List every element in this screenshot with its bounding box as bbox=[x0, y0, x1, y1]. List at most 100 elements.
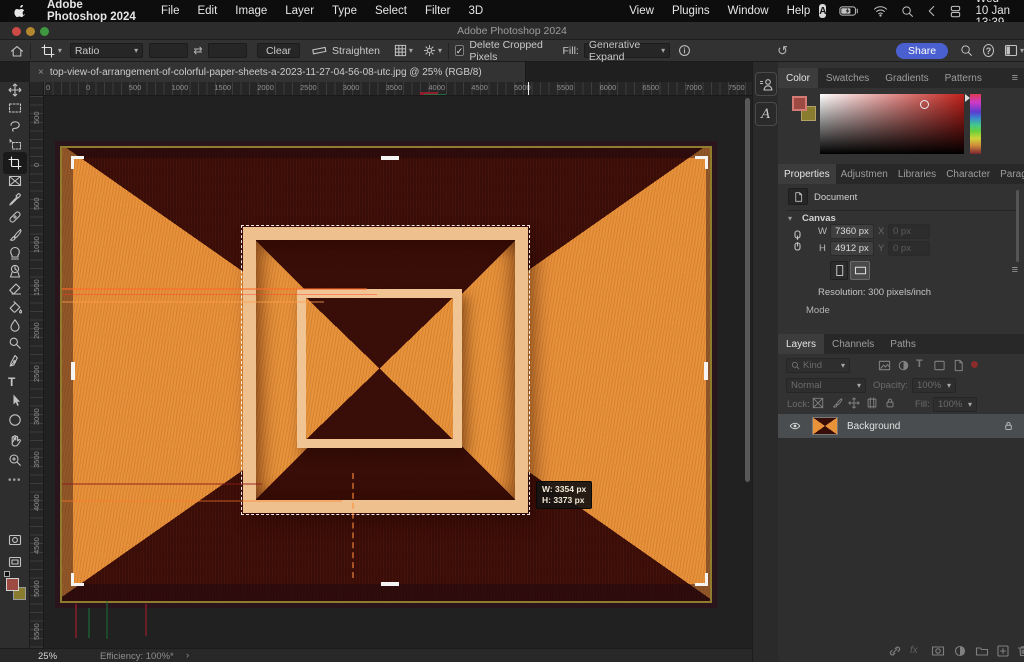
ellipse-shape-tool-icon[interactable] bbox=[8, 413, 22, 427]
screen-mode-icon[interactable] bbox=[8, 555, 22, 569]
wifi-icon[interactable] bbox=[873, 5, 888, 17]
lock-transparency-icon[interactable] bbox=[812, 397, 824, 409]
crop-handle-bottom-right[interactable] bbox=[695, 573, 708, 586]
new-adjustment-layer-icon[interactable] bbox=[953, 644, 967, 658]
collapsed-panel-history-icon[interactable] bbox=[755, 72, 777, 96]
layer-visibility-eye-icon[interactable] bbox=[788, 420, 802, 432]
spotlight-search-icon[interactable] bbox=[901, 5, 914, 18]
spot-healing-tool-icon[interactable] bbox=[8, 210, 22, 224]
crop-width-field[interactable] bbox=[149, 43, 188, 58]
canvas-section-header[interactable]: Canvas bbox=[802, 213, 836, 224]
tab-paths[interactable]: Paths bbox=[882, 334, 924, 354]
tab-layers[interactable]: Layers bbox=[778, 334, 824, 354]
clone-stamp-tool-icon[interactable] bbox=[8, 246, 22, 260]
crop-handle-left[interactable] bbox=[71, 362, 75, 380]
crop-bounds[interactable] bbox=[73, 158, 706, 584]
blur-tool-icon[interactable] bbox=[8, 318, 22, 332]
lasso-tool-icon[interactable] bbox=[8, 119, 22, 133]
tab-properties[interactable]: Properties bbox=[778, 164, 836, 184]
crop-handle-top-left[interactable] bbox=[71, 156, 84, 169]
path-selection-tool-icon[interactable] bbox=[8, 393, 22, 407]
filter-shape-layers-icon[interactable] bbox=[933, 359, 946, 372]
properties-scrollbar[interactable] bbox=[1016, 190, 1019, 262]
mode-label[interactable]: Mode bbox=[806, 305, 830, 316]
tab-character[interactable]: Character bbox=[941, 164, 995, 184]
crop-settings-button[interactable]: ▾ bbox=[423, 44, 442, 57]
orientation-landscape-button[interactable] bbox=[850, 261, 870, 280]
info-icon[interactable] bbox=[678, 44, 691, 57]
efficiency-readout[interactable]: Efficiency: 100%* bbox=[100, 651, 174, 662]
fill-mode-select[interactable]: Generative Expand ▾ bbox=[584, 43, 670, 58]
default-colors-icon[interactable] bbox=[4, 571, 10, 577]
chevron-left-icon[interactable] bbox=[927, 5, 936, 17]
straighten-button[interactable]: Straighten bbox=[312, 44, 380, 57]
canvas-area[interactable]: W: 3354 px H: 3373 px bbox=[44, 96, 752, 648]
brush-tool-icon[interactable] bbox=[8, 228, 22, 242]
tab-patterns[interactable]: Patterns bbox=[937, 68, 990, 88]
workspace-switcher-button[interactable]: ▾ bbox=[1004, 44, 1024, 57]
zoom-level[interactable]: 25% bbox=[38, 651, 57, 662]
add-layer-mask-icon[interactable] bbox=[931, 644, 945, 658]
delete-cropped-pixels-checkbox[interactable]: ✓ Delete Cropped Pixels bbox=[455, 39, 553, 63]
crop-tool-preset[interactable]: ▾ bbox=[41, 44, 62, 58]
menu-item-layer[interactable]: Layer bbox=[276, 5, 323, 17]
menu-item-filter[interactable]: Filter bbox=[416, 5, 460, 17]
battery-icon[interactable] bbox=[839, 5, 860, 17]
fill-opacity-select[interactable]: 100% ▾ bbox=[933, 397, 977, 412]
zoom-tool-icon[interactable] bbox=[8, 453, 22, 467]
layer-style-fx-icon[interactable]: fx bbox=[910, 645, 918, 656]
orientation-portrait-button[interactable] bbox=[830, 261, 848, 280]
filter-smart-objects-icon[interactable] bbox=[952, 359, 965, 372]
apple-menu-icon[interactable] bbox=[14, 4, 27, 19]
ruler-top[interactable]: 0050010001500200025003000350040004500500… bbox=[44, 82, 752, 96]
tab-libraries[interactable]: Libraries bbox=[893, 164, 941, 184]
menu-item-select[interactable]: Select bbox=[366, 5, 416, 17]
control-center-icon[interactable] bbox=[949, 5, 962, 18]
panel-menu-icon[interactable]: ≡ bbox=[1012, 72, 1018, 84]
tab-adjustments[interactable]: Adjustmen bbox=[836, 164, 893, 184]
tab-swatches[interactable]: Swatches bbox=[818, 68, 877, 88]
lock-position-icon[interactable] bbox=[848, 397, 860, 409]
crop-height-field[interactable] bbox=[208, 43, 247, 58]
crop-tool-icon[interactable] bbox=[8, 156, 22, 170]
menu-item-window[interactable]: Window bbox=[719, 5, 778, 17]
pen-tool-icon[interactable] bbox=[8, 354, 22, 368]
dodge-tool-icon[interactable] bbox=[8, 336, 22, 350]
panel-menu-icon[interactable]: ≡ bbox=[1012, 264, 1018, 276]
document-tab[interactable]: × top-view-of-arrangement-of-colorful-pa… bbox=[30, 62, 526, 82]
opacity-select[interactable]: 100% ▾ bbox=[912, 378, 956, 393]
object-selection-tool-icon[interactable] bbox=[8, 137, 22, 151]
collapsed-panel-character-icon[interactable]: A bbox=[755, 102, 777, 126]
menu-item-plugins[interactable]: Plugins bbox=[663, 5, 719, 17]
filter-adjustment-layers-icon[interactable] bbox=[897, 359, 910, 372]
close-tab-icon[interactable]: × bbox=[38, 67, 44, 78]
history-brush-tool-icon[interactable] bbox=[8, 264, 22, 278]
crop-handle-top-right[interactable] bbox=[695, 156, 708, 169]
color-saturation-field[interactable] bbox=[820, 94, 964, 154]
menu-item-file[interactable]: File bbox=[152, 5, 189, 17]
swap-dimensions-icon[interactable]: ⇄ bbox=[193, 44, 202, 57]
menu-item-image[interactable]: Image bbox=[226, 5, 276, 17]
menu-item-help[interactable]: Help bbox=[778, 5, 820, 17]
tab-paragraph[interactable]: Paragraph bbox=[995, 164, 1024, 184]
hand-tool-icon[interactable] bbox=[8, 433, 22, 447]
color-foreground-swatch[interactable] bbox=[792, 96, 807, 111]
ruler-corner[interactable] bbox=[30, 82, 44, 96]
layer-filter-type-select[interactable]: Kind ▾ bbox=[786, 358, 850, 373]
crop-handle-right[interactable] bbox=[704, 362, 708, 380]
status-chevron-icon[interactable]: › bbox=[186, 650, 189, 661]
gradient-tool-icon[interactable] bbox=[8, 300, 22, 314]
crop-handle-top[interactable] bbox=[381, 156, 399, 160]
lock-pixels-icon[interactable] bbox=[831, 397, 843, 409]
link-layers-icon[interactable] bbox=[888, 644, 902, 658]
document-image[interactable]: W: 3354 px H: 3373 px bbox=[55, 141, 717, 608]
color-field-cursor[interactable] bbox=[920, 100, 929, 109]
move-tool-icon[interactable] bbox=[8, 83, 22, 97]
menu-item-type[interactable]: Type bbox=[323, 5, 366, 17]
layer-name[interactable]: Background bbox=[847, 421, 900, 432]
tab-color[interactable]: Color bbox=[778, 68, 818, 88]
link-dimensions-icon[interactable] bbox=[792, 230, 803, 252]
layer-thumbnail[interactable] bbox=[812, 417, 838, 435]
tab-channels[interactable]: Channels bbox=[824, 334, 882, 354]
crop-handle-bottom-left[interactable] bbox=[71, 573, 84, 586]
